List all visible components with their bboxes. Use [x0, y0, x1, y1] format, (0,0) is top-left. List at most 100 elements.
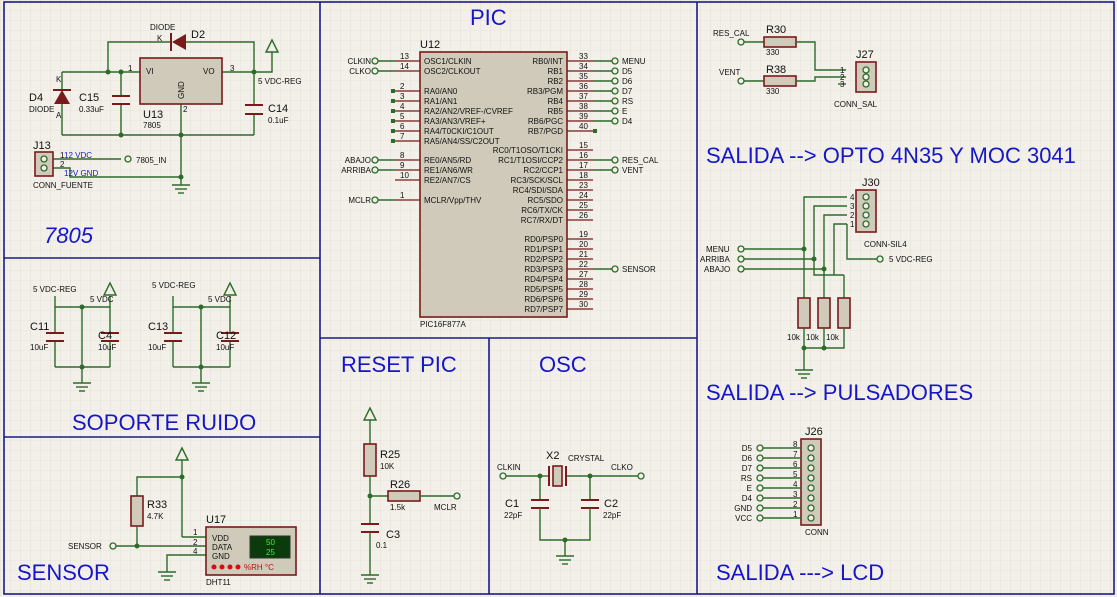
pin-name: RC2/CCP1: [523, 166, 563, 175]
section-title-soporte-ruido: SOPORTE RUIDO: [72, 410, 256, 435]
u12-value: PIC16F877A: [420, 320, 466, 329]
pin-name: RB1: [547, 67, 563, 76]
j26-value: CONN: [805, 528, 829, 537]
net-terminal: [611, 117, 619, 125]
pin-number: 22: [579, 260, 588, 269]
pin-name: RD5/PSP5: [524, 285, 563, 294]
net-sensor-left: SENSOR: [68, 542, 102, 551]
pin-number: 7: [400, 132, 405, 141]
pin-name: MCLR/Vpp/THV: [424, 196, 482, 205]
pin-name: RA0/AN0: [424, 87, 458, 96]
j30-pin2: 2: [850, 211, 855, 220]
c13-value: 10uF: [148, 343, 166, 352]
u17-pin1: 1: [193, 528, 198, 537]
no-connect-marker: [391, 129, 395, 133]
pin-number: 19: [579, 230, 588, 239]
net-label: CLKO: [349, 67, 371, 76]
pin-number: 9: [400, 161, 405, 170]
u13-vo: VO: [203, 67, 215, 76]
net-label: GND: [734, 504, 752, 513]
pin-number: 2: [793, 500, 798, 509]
u13-pin1: 1: [128, 64, 133, 73]
section-title-pic: PIC: [470, 5, 507, 30]
net-5vdc-reg-right: 5 VDC-REG: [152, 281, 196, 290]
pin-name: RE1/AN6/WR: [424, 166, 473, 175]
r25-value: 10K: [380, 462, 395, 471]
d4-type: DIODE: [29, 105, 54, 114]
j30-pin4: 4: [850, 193, 855, 202]
pin-number: 2: [400, 82, 405, 91]
pin-number: 36: [579, 82, 588, 91]
c11-value: 10uF: [30, 343, 48, 352]
net-arriba-j30: ARRIBA: [700, 255, 730, 264]
u12-ref: U12: [420, 39, 440, 51]
net-terminal: [756, 474, 764, 482]
net-terminal: [611, 97, 619, 105]
schematic-canvas[interactable]: PIC 7805 SOPORTE RUIDO SENSOR RESET PIC …: [0, 0, 1117, 597]
j30-ref: J30: [862, 177, 880, 189]
pin-number: 20: [579, 240, 588, 249]
pin-name: RC0/T1OSO/T1CKI: [493, 146, 563, 155]
c11-ref: C11: [30, 321, 49, 333]
net-terminal: [756, 444, 764, 452]
pin-number: 6: [793, 460, 798, 469]
net-label: E: [622, 107, 627, 116]
connector-pin: [807, 474, 815, 482]
net-terminal: [611, 87, 619, 95]
net-terminal: [371, 196, 379, 204]
net-terminal: [611, 156, 619, 164]
net-label: CLKIN: [347, 57, 371, 66]
net-clko: CLKO: [611, 463, 633, 472]
pin-name: RD2/PSP2: [524, 255, 563, 264]
pin-number: 5: [400, 112, 405, 121]
r38-ref: R38: [766, 64, 786, 76]
pin-number: 16: [579, 151, 588, 160]
j27-value: CONN_SAL: [834, 100, 878, 109]
pin-number: 29: [579, 290, 588, 299]
section-title-sensor: SENSOR: [17, 560, 110, 585]
j13-pin2: 2: [60, 160, 65, 169]
u13-ref: U13: [143, 109, 163, 121]
d4-k: K: [56, 75, 62, 84]
net-terminal: [611, 67, 619, 75]
pin-name: RD3/PSP3: [524, 265, 563, 274]
net-5vdc-left: 5 VDC: [90, 295, 114, 304]
u17-data: DATA: [212, 543, 233, 552]
net-label: RES_CAL: [622, 156, 659, 165]
pin-name: RA1/AN1: [424, 97, 458, 106]
net-terminal: [371, 67, 379, 75]
j26-ref: J26: [805, 426, 823, 438]
pin-name: RC3/SCK/SCL: [511, 176, 564, 185]
no-connect-marker: [391, 109, 395, 113]
u17-gnd: GND: [212, 552, 230, 561]
pin-name: RC6/TX/CK: [521, 206, 563, 215]
pin-name: RB5: [547, 107, 563, 116]
pin-number: 28: [579, 280, 588, 289]
net-label: D4: [742, 494, 753, 503]
u17-vdd: VDD: [212, 534, 229, 543]
section-title-7805: 7805: [44, 223, 94, 248]
r26-value: 1.5k: [390, 503, 406, 512]
x2-type: CRYSTAL: [568, 454, 605, 463]
pin-number: 30: [579, 300, 588, 309]
net-label: D4: [622, 117, 633, 126]
net-label: RS: [622, 97, 633, 106]
r33-value: 4.7K: [147, 512, 164, 521]
c3-ref: C3: [386, 529, 400, 541]
no-connect-marker: [391, 139, 395, 143]
net-label: ABAJO: [345, 156, 371, 165]
net-terminal: [756, 454, 764, 462]
pin-number: 26: [579, 211, 588, 220]
pin-number: 1: [793, 510, 798, 519]
u17-ref: U17: [206, 514, 226, 526]
no-connect-marker: [391, 89, 395, 93]
pin-number: 8: [793, 440, 798, 449]
pin-number: 23: [579, 181, 588, 190]
connector-pin: [807, 444, 815, 452]
pin-name: RD6/PSP6: [524, 295, 563, 304]
net-label: D7: [622, 87, 633, 96]
j30-pin3: 3: [850, 202, 855, 211]
pin-number: 17: [579, 161, 588, 170]
schematic-svg[interactable]: PIC 7805 SOPORTE RUIDO SENSOR RESET PIC …: [0, 0, 1117, 597]
pin-number: 27: [579, 270, 588, 279]
